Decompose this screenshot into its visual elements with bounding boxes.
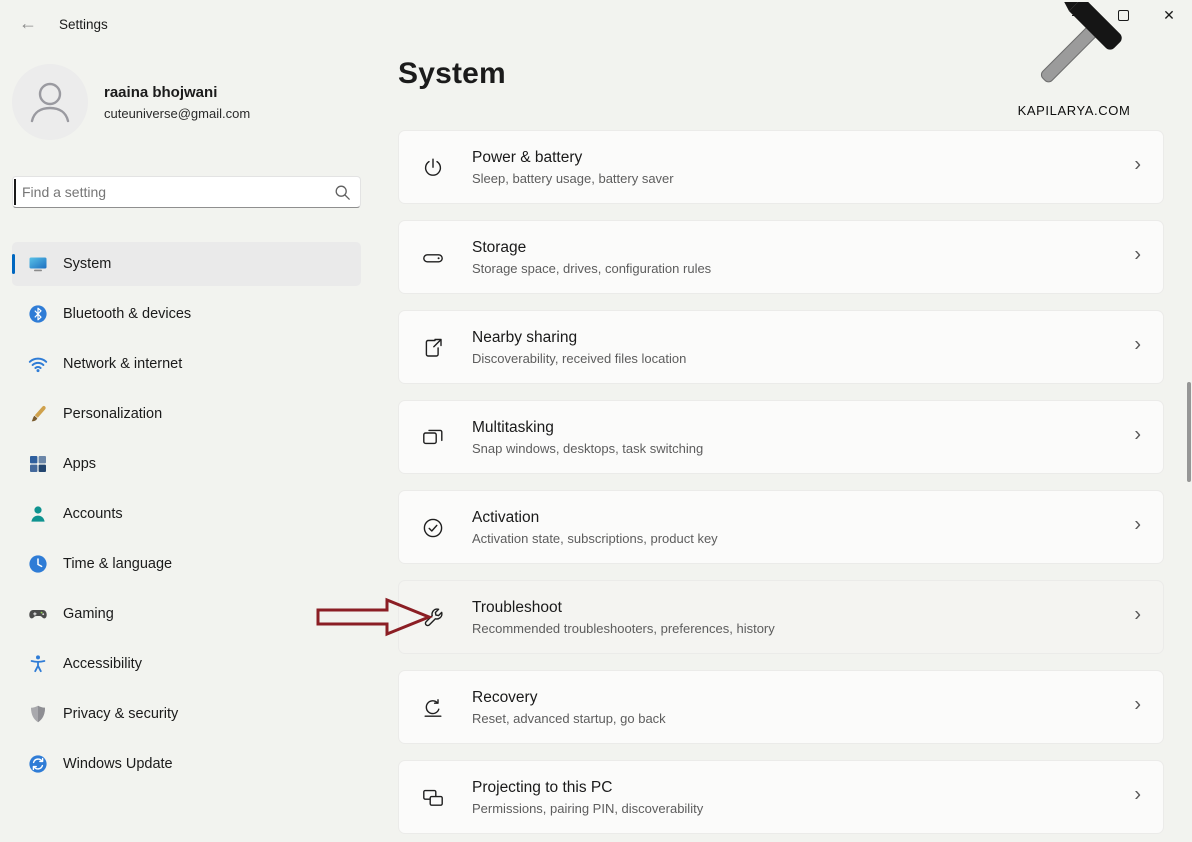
- card-subtitle: Discoverability, received files location: [472, 351, 686, 366]
- wifi-icon: [28, 354, 48, 374]
- sidebar-item-windows-update[interactable]: Windows Update: [12, 742, 361, 786]
- card-activation[interactable]: Activation Activation state, subscriptio…: [398, 490, 1164, 564]
- sidebar-item-personalization[interactable]: Personalization: [12, 392, 361, 436]
- sidebar-item-gaming[interactable]: Gaming: [12, 592, 361, 636]
- game-controller-icon: [28, 604, 48, 624]
- sidebar-item-system[interactable]: System: [12, 242, 361, 286]
- sidebar-item-accounts[interactable]: Accounts: [12, 492, 361, 536]
- text-caret: [14, 179, 16, 205]
- sidebar-item-label: Gaming: [63, 606, 114, 622]
- card-title: Activation: [472, 509, 718, 527]
- bluetooth-icon: [28, 304, 48, 324]
- watermark: KAPILARYA.COM: [988, 2, 1160, 118]
- accessibility-person-icon: [28, 654, 48, 674]
- accounts-person-icon: [28, 504, 48, 524]
- chevron-right-icon: ›: [1134, 154, 1141, 177]
- sidebar-item-time-language[interactable]: Time & language: [12, 542, 361, 586]
- update-refresh-icon: [28, 754, 48, 774]
- card-title: Multitasking: [472, 419, 703, 437]
- share-icon: [421, 336, 445, 360]
- search-box[interactable]: [12, 176, 361, 208]
- chevron-right-icon: ›: [1134, 244, 1141, 267]
- card-text: Multitasking Snap windows, desktops, tas…: [472, 419, 703, 456]
- scrollbar-thumb[interactable]: [1187, 382, 1191, 482]
- hammer-icon: [999, 2, 1149, 106]
- sidebar-item-label: Bluetooth & devices: [63, 306, 191, 322]
- card-subtitle: Activation state, subscriptions, product…: [472, 531, 718, 546]
- card-subtitle: Sleep, battery usage, battery saver: [472, 171, 674, 186]
- card-text: Activation Activation state, subscriptio…: [472, 509, 718, 546]
- sidebar-item-network-internet[interactable]: Network & internet: [12, 342, 361, 386]
- apps-grid-icon: [28, 454, 48, 474]
- card-subtitle: Recommended troubleshooters, preferences…: [472, 621, 775, 636]
- sidebar-item-label: Personalization: [63, 406, 162, 422]
- sidebar-item-label: Privacy & security: [63, 706, 178, 722]
- card-text: Nearby sharing Discoverability, received…: [472, 329, 686, 366]
- card-nearby-sharing[interactable]: Nearby sharing Discoverability, received…: [398, 310, 1164, 384]
- chevron-right-icon: ›: [1134, 604, 1141, 627]
- card-subtitle: Snap windows, desktops, task switching: [472, 441, 703, 456]
- card-title: Troubleshoot: [472, 599, 775, 617]
- sidebar-item-label: Accessibility: [63, 656, 142, 672]
- person-icon: [12, 64, 88, 140]
- card-multitasking[interactable]: Multitasking Snap windows, desktops, tas…: [398, 400, 1164, 474]
- card-text: Troubleshoot Recommended troubleshooters…: [472, 599, 775, 636]
- sidebar-item-bluetooth-devices[interactable]: Bluetooth & devices: [12, 292, 361, 336]
- sidebar-item-label: Accounts: [63, 506, 123, 522]
- card-title: Projecting to this PC: [472, 779, 703, 797]
- sidebar-item-label: Windows Update: [63, 756, 173, 772]
- card-projecting-to-this-pc[interactable]: Projecting to this PC Permissions, pairi…: [398, 760, 1164, 834]
- card-text: Projecting to this PC Permissions, pairi…: [472, 779, 703, 816]
- card-troubleshoot[interactable]: Troubleshoot Recommended troubleshooters…: [398, 580, 1164, 654]
- sidebar-item-accessibility[interactable]: Accessibility: [12, 642, 361, 686]
- system-icon: [28, 254, 48, 274]
- card-text: Storage Storage space, drives, configura…: [472, 239, 711, 276]
- card-title: Recovery: [472, 689, 666, 707]
- dual-screens-icon: [421, 786, 445, 810]
- settings-card-list: Power & battery Sleep, battery usage, ba…: [398, 130, 1164, 842]
- card-title: Power & battery: [472, 149, 674, 167]
- clock-icon: [28, 554, 48, 574]
- power-icon: [421, 156, 445, 180]
- sidebar-item-label: Network & internet: [63, 356, 182, 372]
- window-title: Settings: [59, 17, 108, 32]
- search-icon: [334, 184, 351, 201]
- card-power-battery[interactable]: Power & battery Sleep, battery usage, ba…: [398, 130, 1164, 204]
- chevron-right-icon: ›: [1134, 424, 1141, 447]
- annotation-arrow-icon: [315, 596, 435, 638]
- paintbrush-icon: [28, 404, 48, 424]
- shield-icon: [28, 704, 48, 724]
- sidebar-nav: System Bluetooth & devices Network & i: [12, 242, 361, 792]
- card-subtitle: Permissions, pairing PIN, discoverabilit…: [472, 801, 703, 816]
- sidebar-item-apps[interactable]: Apps: [12, 442, 361, 486]
- settings-window: ← Settings ✕ KAPILARYA.COM raaina bhojwa…: [0, 0, 1192, 842]
- avatar[interactable]: [12, 64, 88, 140]
- storage-drive-icon: [421, 246, 445, 270]
- page-title: System: [398, 57, 506, 91]
- card-storage[interactable]: Storage Storage space, drives, configura…: [398, 220, 1164, 294]
- sidebar-item-privacy-security[interactable]: Privacy & security: [12, 692, 361, 736]
- card-text: Recovery Reset, advanced startup, go bac…: [472, 689, 666, 726]
- chevron-right-icon: ›: [1134, 694, 1141, 717]
- windows-overlap-icon: [421, 426, 445, 450]
- recovery-restore-icon: [421, 696, 445, 720]
- user-email: cuteuniverse@gmail.com: [104, 106, 250, 121]
- watermark-text: KAPILARYA.COM: [988, 103, 1160, 118]
- search-input[interactable]: [13, 177, 322, 207]
- sidebar-item-label: System: [63, 256, 111, 272]
- user-name: raaina bhojwani: [104, 84, 217, 101]
- card-subtitle: Reset, advanced startup, go back: [472, 711, 666, 726]
- chevron-right-icon: ›: [1134, 334, 1141, 357]
- card-text: Power & battery Sleep, battery usage, ba…: [472, 149, 674, 186]
- back-button[interactable]: ←: [13, 12, 43, 35]
- sidebar-item-label: Time & language: [63, 556, 172, 572]
- chevron-right-icon: ›: [1134, 514, 1141, 537]
- check-circle-icon: [421, 516, 445, 540]
- sidebar-item-label: Apps: [63, 456, 96, 472]
- chevron-right-icon: ›: [1134, 784, 1141, 807]
- card-title: Nearby sharing: [472, 329, 686, 347]
- card-recovery[interactable]: Recovery Reset, advanced startup, go bac…: [398, 670, 1164, 744]
- card-title: Storage: [472, 239, 711, 257]
- card-subtitle: Storage space, drives, configuration rul…: [472, 261, 711, 276]
